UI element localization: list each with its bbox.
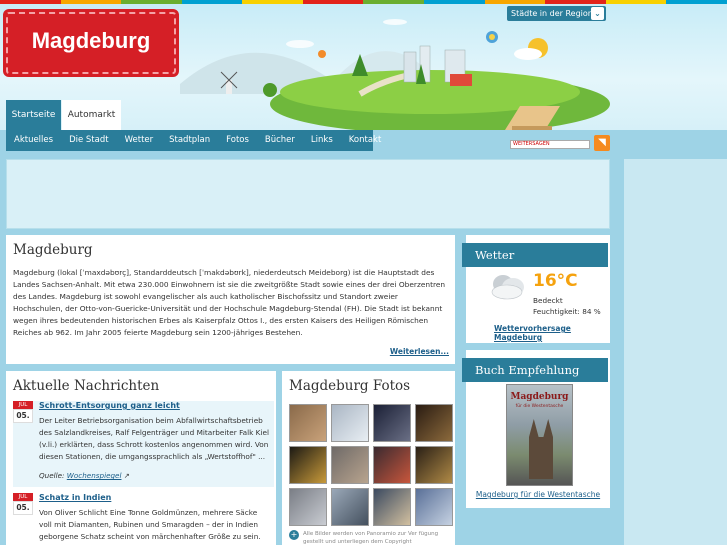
book-title: Buch Empfehlung: [462, 358, 608, 382]
news-headline-link[interactable]: Schrott-Entsorgung ganz leicht: [39, 401, 180, 410]
ad-banner: [6, 159, 610, 229]
news-headline-link[interactable]: Schatz in Indien: [39, 493, 111, 502]
photos-title: Magdeburg Fotos: [289, 378, 411, 394]
main-nav: Aktuelles Die Stadt Wetter Stadtplan Fot…: [6, 130, 381, 151]
weather-box: Wetter 16°C Bedeckt Feuchtigkeit: 84 % W…: [462, 235, 610, 343]
date-badge: JUL 05.: [13, 401, 33, 423]
nav-item-links[interactable]: Links: [303, 130, 341, 151]
intro-box: Magdeburg Magdeburg (lokal [ˈmaxdəbʊrç],…: [6, 235, 455, 364]
panoramio-note: + Alle Bilder werden von Panoramio zur V…: [289, 530, 439, 545]
nav-item-die-stadt[interactable]: Die Stadt: [61, 130, 117, 151]
photo-thumbnail[interactable]: [415, 446, 453, 484]
news-body: Von Oliver Schlicht Eine Tonne Goldmünze…: [39, 508, 261, 541]
photo-thumbnail[interactable]: [373, 488, 411, 526]
site-logo[interactable]: Magdeburg: [6, 12, 176, 74]
news-box: Aktuelle Nachrichten JUL 05. Schrott-Ent…: [6, 371, 276, 545]
news-source: Quelle: Wochenspiegel ↗: [39, 471, 130, 480]
tab-startseite[interactable]: Startseite: [6, 100, 61, 130]
photo-thumbnail[interactable]: [289, 488, 327, 526]
nav-item-kontakt[interactable]: Kontakt: [341, 130, 390, 151]
photo-thumbnail[interactable]: [331, 446, 369, 484]
nav-item-buecher[interactable]: Bücher: [257, 130, 303, 151]
nav-item-wetter[interactable]: Wetter: [117, 130, 162, 151]
photo-thumbnail[interactable]: [415, 404, 453, 442]
cathedral-illustration: [529, 419, 553, 479]
region-dropdown-label: Städte in der Region: [511, 9, 593, 18]
photo-thumbnail[interactable]: [331, 488, 369, 526]
weather-condition: Bedeckt: [533, 296, 563, 305]
cloud-icon: [491, 275, 524, 300]
photo-thumbnail[interactable]: [289, 404, 327, 442]
intro-text: Magdeburg (lokal [ˈmaxdəbʊrç], Standardd…: [13, 268, 446, 337]
intro-title: Magdeburg: [13, 242, 93, 258]
chevron-down-icon: ⌄: [591, 7, 604, 20]
news-source-link[interactable]: Wochenspiegel: [67, 471, 122, 480]
news-item: JUL 05. Schatz in Indien Von Oliver Schl…: [13, 493, 274, 545]
news-title: Aktuelle Nachrichten: [13, 378, 160, 394]
share-button[interactable]: WEITERSAGEN: [510, 140, 590, 149]
weather-title: Wetter: [462, 243, 608, 267]
photo-thumbnail[interactable]: [331, 404, 369, 442]
nav-item-aktuelles[interactable]: Aktuelles: [6, 130, 61, 151]
book-box: Buch Empfehlung Magdeburg für die Westen…: [462, 350, 610, 508]
photo-thumbnail[interactable]: [373, 404, 411, 442]
plus-icon: +: [289, 530, 299, 540]
photos-box: Magdeburg Fotos + Alle Bilder werden von…: [282, 371, 455, 545]
photo-thumbnail[interactable]: [415, 488, 453, 526]
tab-automarkt[interactable]: Automarkt: [62, 100, 121, 130]
rss-icon[interactable]: ◥: [594, 135, 610, 151]
nav-item-fotos[interactable]: Fotos: [218, 130, 257, 151]
book-cover[interactable]: Magdeburg für die Westentasche: [506, 384, 573, 486]
photo-thumbnail[interactable]: [373, 446, 411, 484]
region-dropdown[interactable]: Städte in der Region ⌄: [507, 6, 606, 21]
nav-item-stadtplan[interactable]: Stadtplan: [161, 130, 218, 151]
news-item: JUL 05. Schrott-Entsorgung ganz leicht D…: [13, 401, 274, 487]
photo-grid: [289, 404, 453, 526]
weather-forecast-link[interactable]: Wettervorhersage Magdeburg: [494, 324, 610, 342]
news-body: Der Leiter Betriebsorganisation beim Abf…: [39, 416, 269, 461]
right-column-background: [624, 159, 727, 545]
temperature: 16°C: [533, 271, 578, 291]
book-link[interactable]: Magdeburg für die Westentasche: [466, 490, 610, 499]
date-badge: JUL 05.: [13, 493, 33, 515]
weather-humidity: Feuchtigkeit: 84 %: [533, 307, 601, 316]
read-more-link[interactable]: Weiterlesen...: [390, 347, 449, 356]
photo-thumbnail[interactable]: [289, 446, 327, 484]
